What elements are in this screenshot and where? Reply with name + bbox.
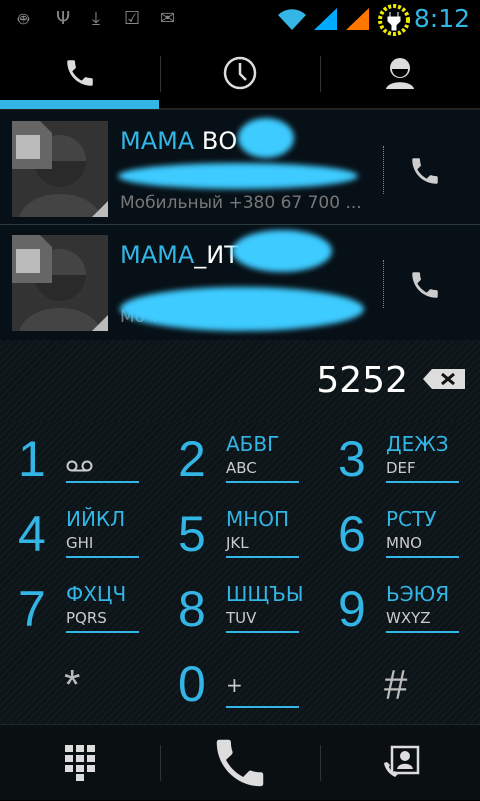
key-cyrillic-letters: ФХЦЧ: [66, 582, 127, 606]
key-digit: 2: [178, 431, 206, 487]
key-digit: 8: [178, 581, 206, 637]
key-digit: 0: [178, 656, 206, 712]
key-digit: 1: [18, 431, 46, 487]
key-underline: [226, 556, 299, 558]
key-cyrillic-letters: МНОП: [226, 507, 290, 531]
key-digit: #: [384, 661, 408, 708]
contact-detail: Мобильный +380 67 700 ...: [120, 193, 362, 213]
key-star[interactable]: *: [0, 651, 160, 726]
key-digit: 9: [338, 581, 366, 637]
phone-icon: [412, 158, 438, 184]
key-digit: 4: [18, 506, 46, 562]
key-underline: [66, 631, 139, 633]
add-contact-button[interactable]: [320, 725, 480, 801]
avatar: [12, 235, 108, 331]
key-cyrillic-letters: ДЕЖЗ: [386, 432, 449, 456]
key-latin-letters: MNO: [386, 534, 422, 552]
wifi-icon: [278, 9, 306, 30]
dialpad-icon: [65, 745, 95, 781]
key-latin-letters: PQRS: [66, 609, 107, 627]
active-tab-indicator: [0, 100, 159, 109]
usb-icon: Ψ: [56, 8, 71, 29]
list-item[interactable]: МАМА ВО Мобильный +380 67 700 ...: [0, 113, 480, 226]
key-underline: [386, 481, 459, 483]
key-underline: [66, 481, 139, 483]
key-underline: [66, 556, 139, 558]
key-underline: [226, 631, 299, 633]
key-9[interactable]: 9 WXYZ ЬЭЮЯ: [320, 576, 480, 651]
contact-name: МАМА ВО: [120, 127, 238, 155]
dial-number-field[interactable]: 5252: [316, 360, 408, 401]
key-0[interactable]: 0 +: [160, 651, 320, 726]
key-8[interactable]: 8 TUV ШЩЪЫ: [160, 576, 320, 651]
market-update-icon: ☑: [124, 8, 141, 29]
key-cyrillic-letters: ЬЭЮЯ: [386, 582, 450, 606]
status-bar: 🤖︎ Ψ ⤓ ☑ ✉ 8:12: [0, 0, 480, 38]
download-icon: ⤓: [92, 8, 100, 29]
contact-name: МАМА_ИТ: [120, 241, 239, 269]
key-cyrillic-letters: ШЩЪЫ: [226, 582, 304, 606]
key-latin-letters: ABC: [226, 459, 257, 477]
android-debug-icon: 🤖︎: [18, 9, 29, 30]
key-latin-letters: GHI: [66, 534, 94, 552]
key-4[interactable]: 4 GHI ИЙКЛ: [0, 501, 160, 576]
key-1[interactable]: 1: [0, 426, 160, 501]
number-display: 5252: [0, 340, 480, 422]
phone-icon: [67, 60, 93, 86]
list-item[interactable]: МАМА_ИТ Мо 7 ...: [0, 227, 480, 340]
tab-contacts[interactable]: [320, 38, 480, 108]
tab-call-log[interactable]: [160, 38, 320, 108]
key-pound[interactable]: #: [320, 651, 480, 726]
key-underline: [226, 706, 299, 708]
clock: 8:12: [413, 4, 470, 33]
phone-icon: [412, 272, 438, 298]
voicemail-icon: [66, 460, 93, 472]
key-digit: *: [64, 661, 81, 708]
key-cyrillic-letters: +: [226, 673, 243, 697]
gmail-icon: ✉: [160, 8, 176, 29]
key-latin-letters: JKL: [226, 534, 249, 552]
dialpad: 1 2 ABC АБВГ 3 DEF ДЕЖЗ 4 GHI ИЙКЛ 5 JKL МНОП 6 MNO РСТ…: [0, 422, 480, 724]
clock-icon: [223, 56, 257, 90]
dialpad-toggle-button[interactable]: [0, 725, 160, 801]
key-latin-letters: WXYZ: [386, 609, 431, 627]
tab-dialer[interactable]: [0, 38, 160, 108]
key-cyrillic-letters: РСТУ: [386, 507, 437, 531]
battery-charging-icon: [378, 4, 410, 36]
phone-icon: [216, 739, 264, 787]
call-button[interactable]: [400, 262, 450, 308]
key-latin-letters: DEF: [386, 459, 416, 477]
key-digit: 3: [338, 431, 366, 487]
backspace-icon[interactable]: [422, 368, 466, 390]
key-cyrillic-letters: АБВГ: [226, 432, 280, 456]
key-3[interactable]: 3 DEF ДЕЖЗ: [320, 426, 480, 501]
key-digit: 5: [178, 506, 206, 562]
key-underline: [386, 631, 459, 633]
dial-call-button[interactable]: [160, 725, 320, 801]
key-2[interactable]: 2 ABC АБВГ: [160, 426, 320, 501]
key-cyrillic-letters: ИЙКЛ: [66, 507, 126, 531]
key-5[interactable]: 5 JKL МНОП: [160, 501, 320, 576]
key-digit: 7: [18, 581, 46, 637]
bottom-action-bar: [0, 724, 480, 800]
signal-icon: [314, 8, 337, 30]
avatar: [12, 121, 108, 217]
key-latin-letters: TUV: [226, 609, 257, 627]
key-underline: [226, 481, 299, 483]
call-button[interactable]: [400, 148, 450, 194]
signal-icon-2: [346, 8, 369, 30]
key-7[interactable]: 7 PQRS ФХЦЧ: [0, 576, 160, 651]
key-underline: [386, 556, 459, 558]
contact-card-icon: [384, 745, 420, 777]
person-icon: [386, 58, 414, 89]
key-6[interactable]: 6 MNO РСТУ: [320, 501, 480, 576]
key-digit: 6: [338, 506, 366, 562]
contact-suggestions: МАМА ВО Мобильный +380 67 700 ... МАМА_И…: [0, 110, 480, 340]
